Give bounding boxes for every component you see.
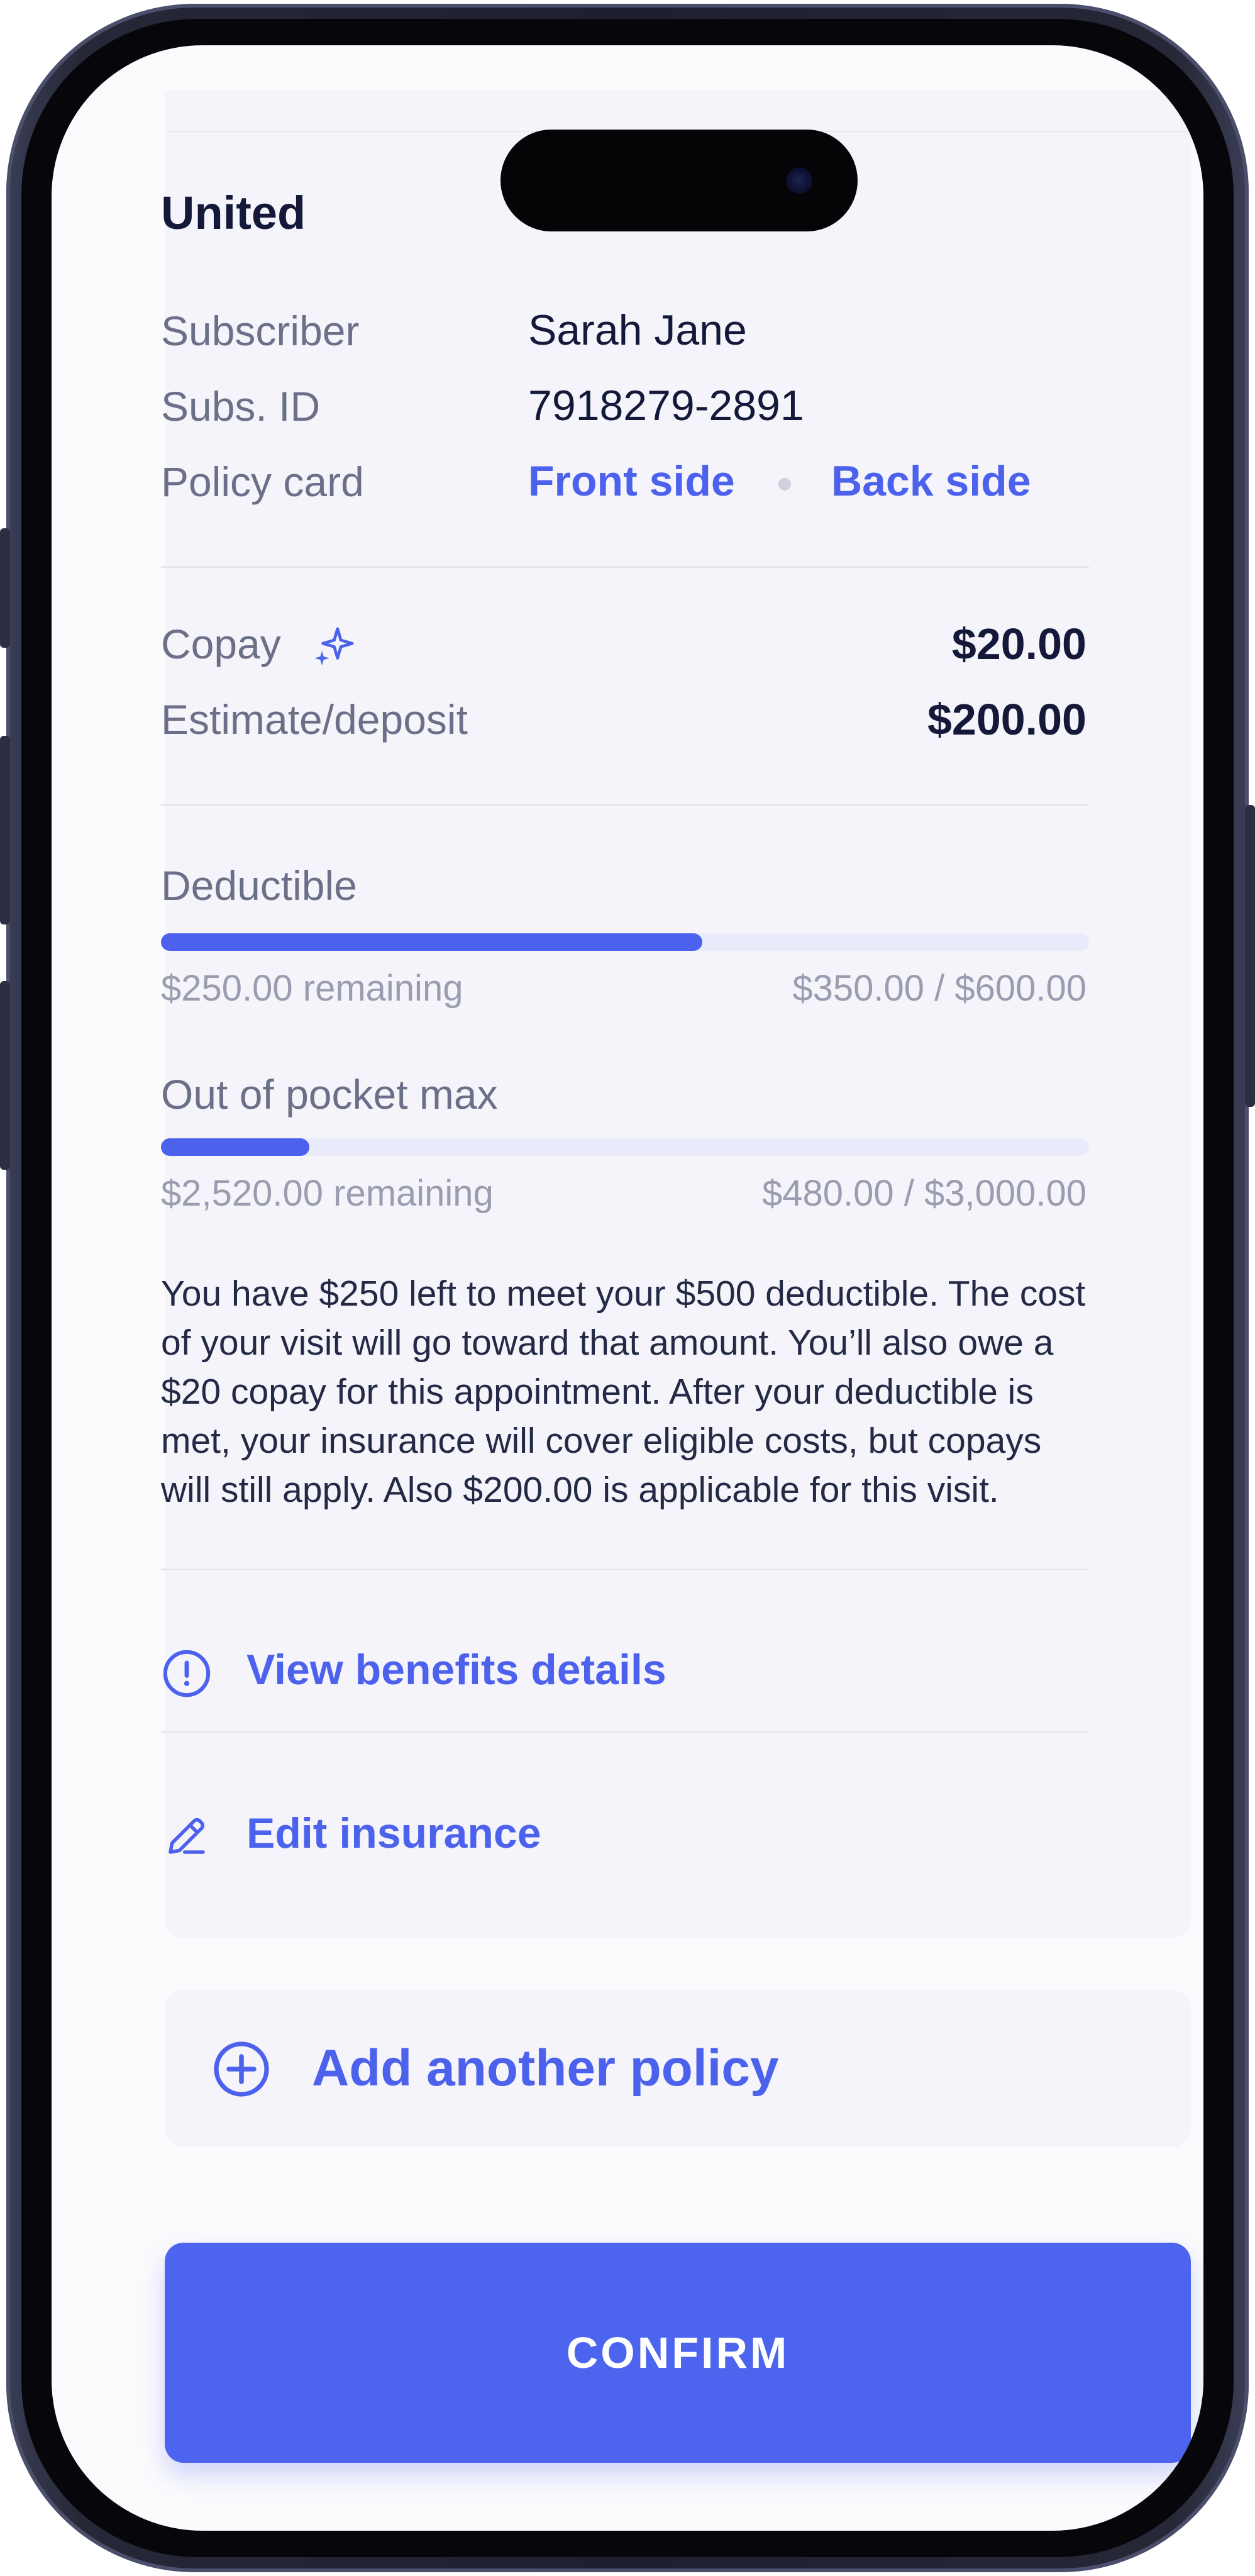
action-button <box>0 528 10 648</box>
sparkles-icon <box>312 625 356 669</box>
coverage-explanation: You have $250 left to meet your $500 ded… <box>161 1274 1086 1510</box>
power-button <box>1245 805 1255 1107</box>
dynamic-island <box>500 130 858 231</box>
plus-circle-icon <box>211 2039 272 2099</box>
front-side-link[interactable]: Front side <box>528 457 735 506</box>
edit-insurance-link[interactable]: Edit insurance <box>246 1809 541 1858</box>
subs-id-value: 7918279-2891 <box>528 382 804 430</box>
oop-max-label: Out of pocket max <box>161 1071 498 1118</box>
divider <box>161 566 1089 568</box>
copay-value: $20.00 <box>951 619 1086 669</box>
subs-id-label: Subs. ID <box>161 383 321 430</box>
subscriber-label: Subscriber <box>161 308 360 354</box>
estimate-value: $200.00 <box>927 695 1086 744</box>
view-benefits-link[interactable]: View benefits details <box>246 1645 666 1694</box>
deductible-progress-text: $350.00 / $600.00 <box>792 968 1086 1009</box>
oop-remaining: $2,520.00 remaining <box>161 1173 494 1214</box>
front-camera <box>786 167 812 194</box>
oop-progress-fill <box>161 1138 310 1156</box>
add-policy-label: Add another policy <box>312 2040 779 2097</box>
estimate-label: Estimate/deposit <box>161 696 468 743</box>
policy-card-label: Policy card <box>161 458 364 505</box>
subscriber-value: Sarah Jane <box>528 306 747 354</box>
divider <box>161 1568 1089 1570</box>
oop-progress-text: $480.00 / $3,000.00 <box>761 1173 1086 1214</box>
deductible-progress-bar <box>161 933 1089 951</box>
copay-label: Copay <box>161 621 281 667</box>
provider-name: United <box>161 187 306 239</box>
deductible-progress-fill <box>161 933 702 951</box>
add-policy-card[interactable]: Add another policy <box>165 1990 1191 2147</box>
screen: United Subscriber Sarah Jane Subs. ID 79… <box>52 45 1203 2531</box>
info-circle-icon <box>161 1648 213 1699</box>
pencil-icon <box>162 1811 211 1860</box>
separator-dot <box>778 478 791 491</box>
volume-down-button <box>0 981 10 1170</box>
volume-up-button <box>0 736 10 924</box>
deductible-label: Deductible <box>161 862 357 909</box>
confirm-button[interactable]: CONFIRM <box>165 2243 1191 2463</box>
oop-progress-bar <box>161 1138 1089 1156</box>
divider <box>161 804 1089 806</box>
deductible-remaining: $250.00 remaining <box>161 968 463 1009</box>
divider <box>161 1731 1089 1733</box>
back-side-link[interactable]: Back side <box>831 457 1031 506</box>
